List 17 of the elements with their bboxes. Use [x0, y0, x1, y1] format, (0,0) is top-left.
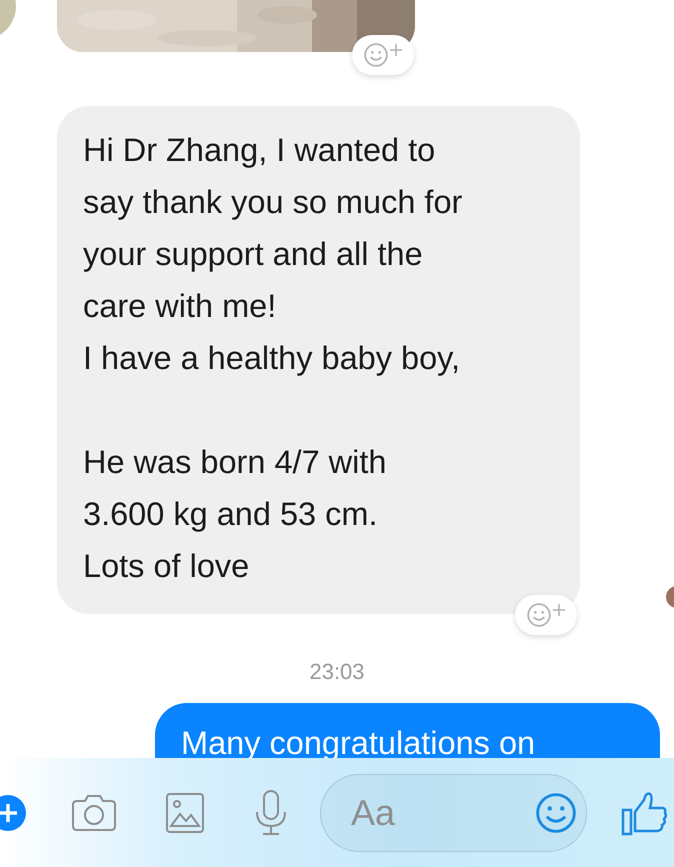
plus-icon [0, 802, 19, 824]
emoji-icon[interactable] [534, 790, 578, 834]
thumbs-up-icon[interactable] [621, 790, 667, 836]
camera-icon[interactable] [70, 792, 118, 832]
timestamp: 23:03 [309, 659, 365, 685]
add-reaction-button[interactable] [352, 35, 414, 75]
text-input[interactable]: Aa [349, 790, 503, 834]
plus-button[interactable] [0, 794, 26, 830]
message-bubble: Hi Dr Zhang, I wanted to say thank you so much for your support and all the care with me! I have a healthy baby boy, He was born 4/7 with 3.600 kg and 53 cm. Lots of love [57, 106, 580, 614]
smiley-icon[interactable] [363, 42, 389, 68]
image-icon[interactable] [166, 792, 204, 832]
smiley-icon[interactable] [526, 602, 552, 628]
plus-icon [389, 43, 403, 57]
message-field[interactable]: Aa [320, 774, 587, 852]
plus-icon [552, 603, 566, 617]
add-reaction-button[interactable] [515, 595, 577, 635]
microphone-icon[interactable] [254, 790, 288, 836]
